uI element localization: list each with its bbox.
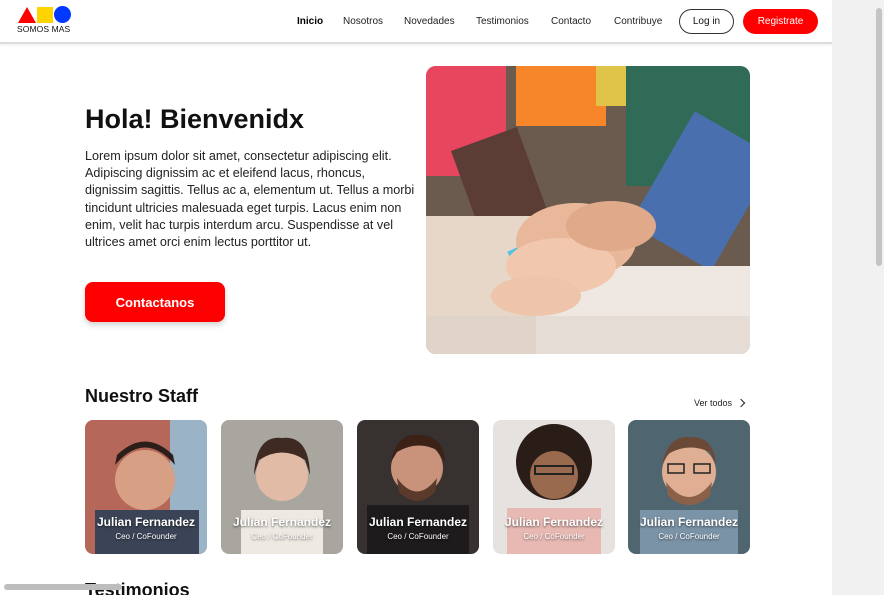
nav-item-inicio[interactable]: Inicio xyxy=(297,16,323,27)
staff-name: Julian Fernandez xyxy=(368,515,468,529)
nav-item-nosotros[interactable]: Nosotros xyxy=(343,16,383,27)
staff-card[interactable]: Julian Fernandez Ceo / CoFounder xyxy=(628,420,750,554)
staff-name: Julian Fernandez xyxy=(232,515,332,529)
hands-together-illustration xyxy=(426,66,750,354)
staff-card[interactable]: Julian Fernandez Ceo / CoFounder xyxy=(221,420,343,554)
staff-role: Ceo / CoFounder xyxy=(251,532,313,541)
staff-role: Ceo / CoFounder xyxy=(658,532,720,541)
login-button[interactable]: Log in xyxy=(679,9,734,34)
contact-button[interactable]: Contactanos xyxy=(85,282,225,322)
site-header: SOMOS MAS Inicio Nosotros Novedades Test… xyxy=(0,0,832,44)
logo-square xyxy=(37,7,53,23)
nav-item-novedades[interactable]: Novedades xyxy=(404,16,455,27)
vertical-scrollbar[interactable] xyxy=(832,0,884,595)
staff-role: Ceo / CoFounder xyxy=(115,532,177,541)
see-all-label: Ver todos xyxy=(694,398,733,408)
logo-triangle xyxy=(18,7,36,23)
vertical-scroll-thumb[interactable] xyxy=(876,8,882,266)
staff-card[interactable]: Julian Fernandez Ceo / CoFounder xyxy=(493,420,615,554)
somos-mas-logo[interactable]: SOMOS MAS xyxy=(16,6,80,36)
hero-title: Hola! Bienvenidx xyxy=(85,104,305,134)
staff-section-title: Nuestro Staff xyxy=(85,386,199,406)
logo-circle xyxy=(54,6,71,23)
nav-item-testimonios[interactable]: Testimonios xyxy=(476,16,529,27)
staff-card[interactable]: Julian Fernandez Ceo / CoFounder xyxy=(357,420,479,554)
hero-image xyxy=(426,66,750,354)
register-button[interactable]: Registrate xyxy=(743,9,818,34)
hero-description: Lorem ipsum dolor sit amet, consectetur … xyxy=(85,149,415,250)
staff-name: Julian Fernandez xyxy=(504,515,604,529)
nav-item-contacto[interactable]: Contacto xyxy=(551,16,591,27)
chevron-right-icon xyxy=(736,398,746,408)
staff-role: Ceo / CoFounder xyxy=(387,532,449,541)
staff-card[interactable]: Julian Fernandez Ceo / CoFounder xyxy=(85,420,207,554)
see-all-link[interactable]: Ver todos xyxy=(694,398,746,408)
horizontal-scroll-thumb[interactable] xyxy=(4,584,122,590)
staff-name: Julian Fernandez xyxy=(96,515,196,529)
nav-item-contribuye[interactable]: Contribuye xyxy=(614,16,662,27)
staff-role: Ceo / CoFounder xyxy=(523,532,585,541)
logo-shapes xyxy=(18,6,72,24)
staff-name: Julian Fernandez xyxy=(639,515,739,529)
logo-text: SOMOS MAS xyxy=(17,24,71,34)
